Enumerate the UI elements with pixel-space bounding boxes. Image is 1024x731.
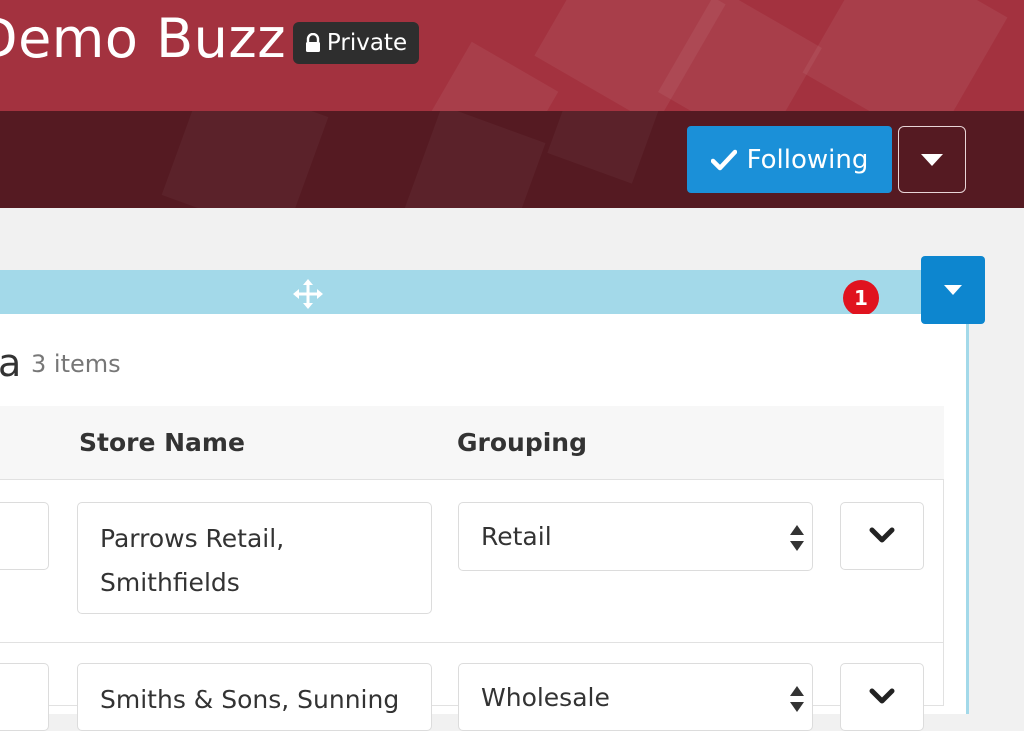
- following-label: Following: [746, 144, 869, 175]
- background-shape: [802, 0, 1008, 111]
- privacy-label: Private: [326, 30, 408, 56]
- sort-arrows-icon: [790, 525, 804, 551]
- widget-drag-bar[interactable]: [0, 270, 970, 314]
- background-shape: [161, 111, 329, 208]
- expand-row-button[interactable]: [840, 502, 924, 570]
- privacy-badge: Private: [293, 22, 419, 64]
- item-count: 3 items: [31, 350, 121, 378]
- caret-down-icon: [944, 285, 962, 295]
- widget-menu-button[interactable]: [921, 256, 985, 324]
- store-name-value: Parrows Retail, Smithfields: [100, 524, 285, 597]
- row-field-partial[interactable]: [0, 502, 49, 570]
- background-shape: [547, 111, 663, 184]
- chevron-down-icon: [869, 527, 895, 543]
- column-header-store-name: Store Name: [79, 428, 245, 457]
- background-shape: [404, 111, 546, 208]
- store-name-input[interactable]: Parrows Retail, Smithfields: [77, 502, 432, 614]
- widget-title: a: [0, 341, 22, 385]
- grouping-value: Retail: [481, 522, 552, 551]
- column-header-grouping: Grouping: [457, 428, 587, 457]
- grouping-select[interactable]: Wholesale: [458, 663, 813, 731]
- notification-badge: 1: [843, 280, 879, 316]
- grouping-value: Wholesale: [481, 683, 610, 712]
- grouping-select[interactable]: Retail: [458, 502, 813, 571]
- caret-down-icon: [921, 153, 943, 166]
- move-icon[interactable]: [292, 278, 324, 310]
- store-name-value: Smiths & Sons, Sunning: [100, 685, 400, 714]
- page-title: Demo Buzz: [0, 7, 287, 70]
- header-menu-button[interactable]: [898, 126, 966, 193]
- expand-row-button[interactable]: [840, 663, 924, 731]
- following-button[interactable]: Following: [687, 126, 892, 193]
- row-field-partial[interactable]: [0, 663, 49, 731]
- store-name-input[interactable]: Smiths & Sons, Sunning: [77, 663, 432, 731]
- check-icon: [710, 149, 737, 170]
- row-divider: [0, 642, 944, 643]
- chevron-down-icon: [869, 688, 895, 704]
- sort-arrows-icon: [790, 686, 804, 712]
- lock-icon: [305, 33, 320, 52]
